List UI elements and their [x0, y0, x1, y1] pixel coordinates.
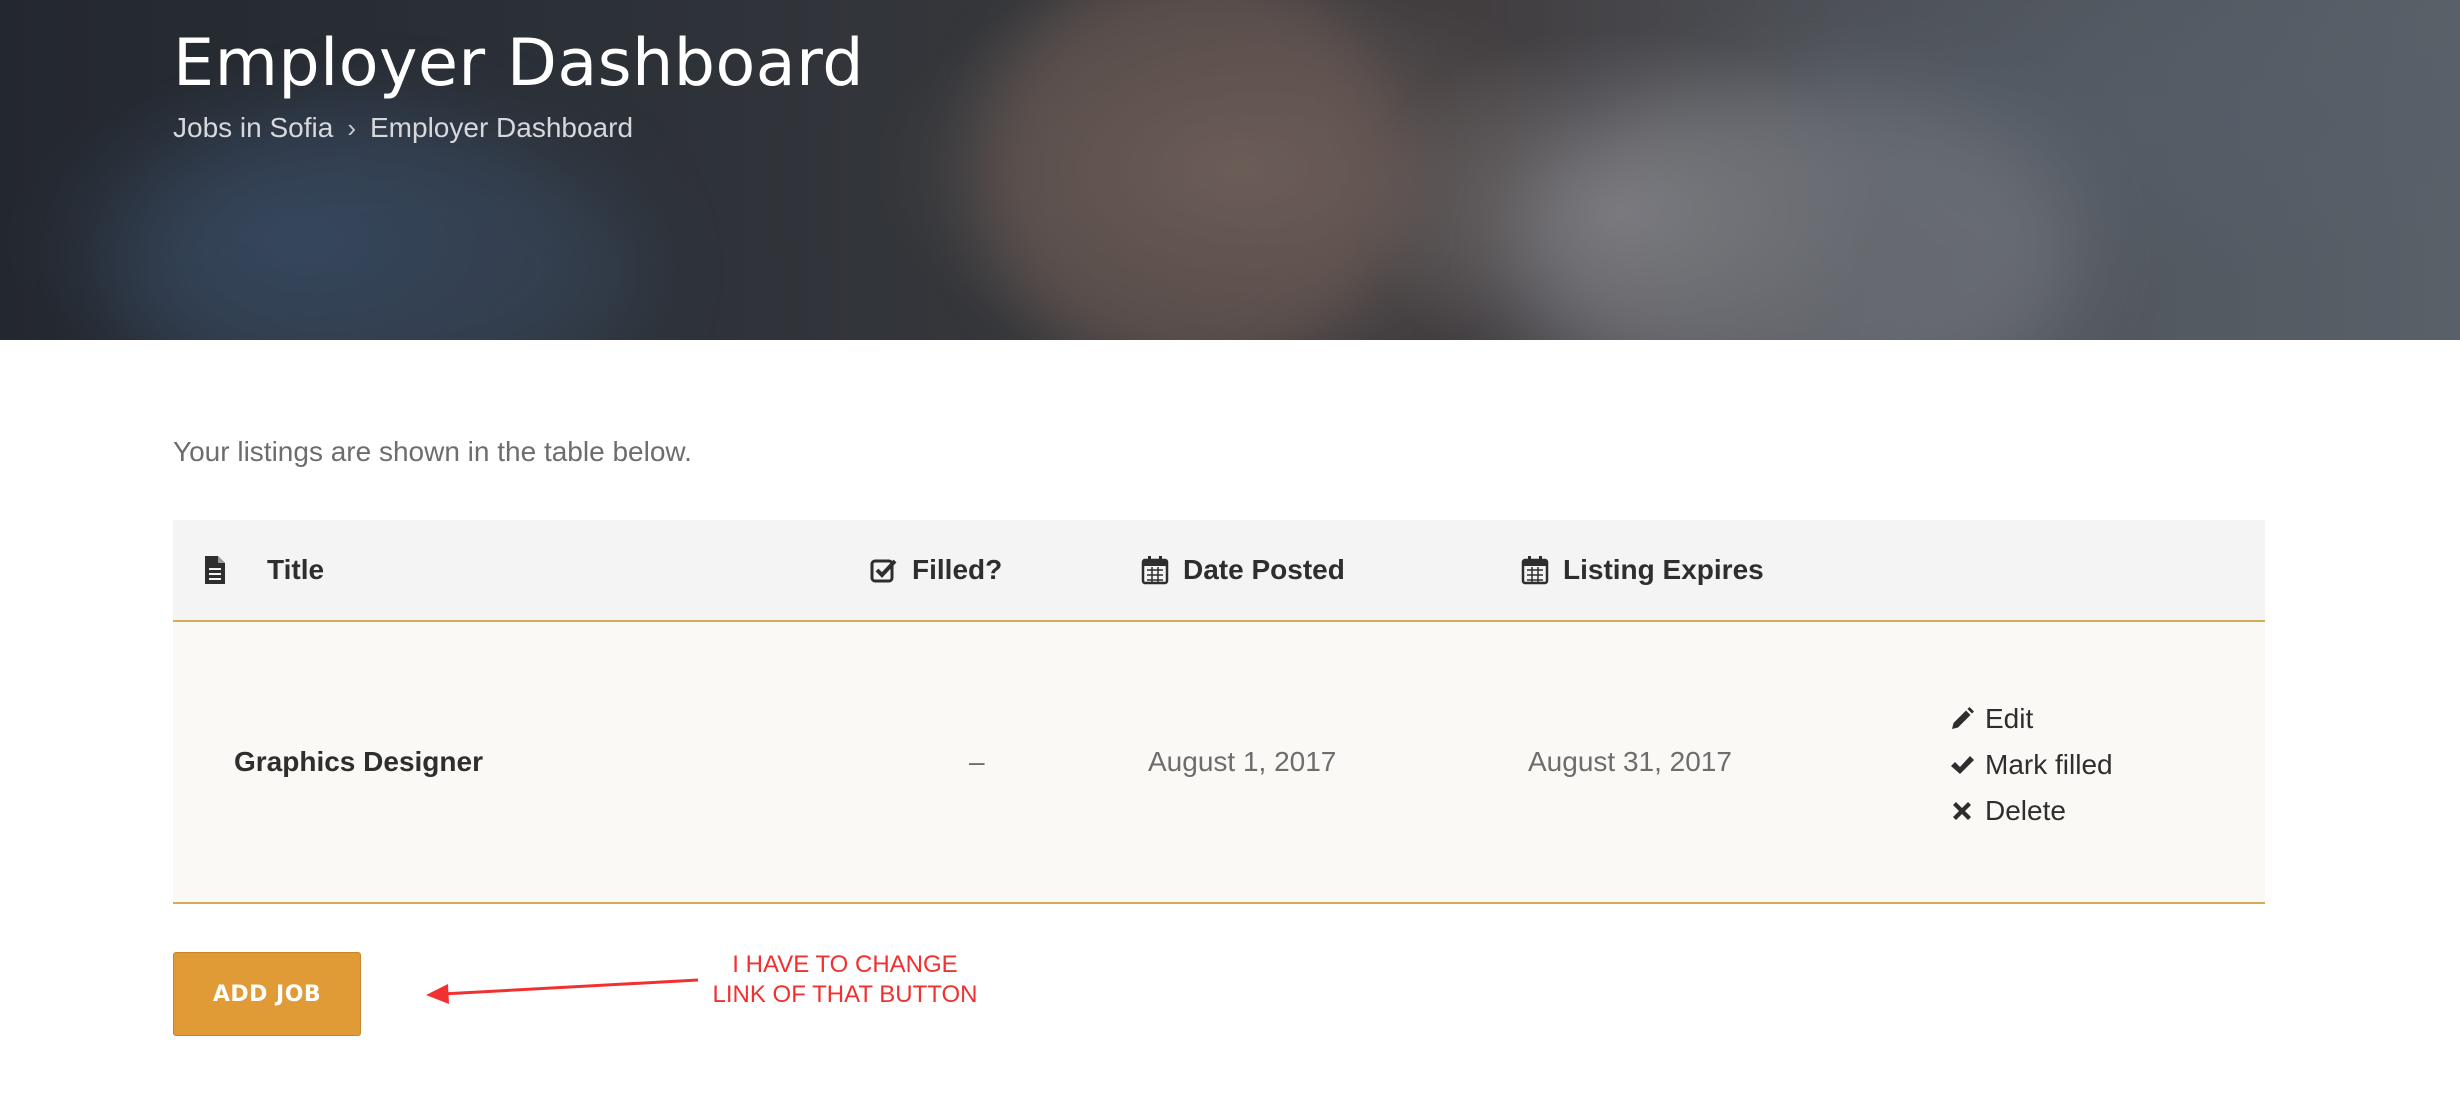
annotation-arrow-icon: [426, 978, 699, 1004]
document-icon: [205, 556, 225, 584]
breadcrumb-current: Employer Dashboard: [370, 112, 634, 143]
table-row: Graphics Designer – August 1, 2017 Augus…: [173, 622, 2265, 904]
check-icon: [1951, 756, 1974, 774]
calendar-icon: [1141, 556, 1169, 585]
column-header-label: Title: [267, 554, 325, 585]
delete-action[interactable]: Delete: [1949, 788, 2113, 834]
annotation-line-1: I HAVE TO CHANGE: [732, 951, 958, 978]
annotation-line-2: LINK OF THAT BUTTON: [712, 981, 978, 1008]
table-header: Title Filled? Date Posted Listing Expire…: [173, 520, 2265, 622]
checkbox-icon: [870, 559, 897, 583]
listings-intro-text: Your listings are shown in the table bel…: [173, 436, 692, 467]
breadcrumb-separator-icon: ›: [347, 112, 356, 143]
pencil-icon: [1952, 707, 1974, 729]
add-job-button[interactable]: ADD JOB: [173, 952, 361, 1036]
x-icon: [1953, 802, 1971, 820]
page-header-banner: Employer Dashboard Jobs in Sofia › Emplo…: [0, 0, 2460, 340]
calendar-icon: [1521, 556, 1549, 585]
column-header-listing-expires: Listing Expires: [1521, 520, 1764, 620]
row-actions: Edit Mark filled Delete: [1949, 696, 2113, 834]
job-listings-table: Title Filled? Date Posted Listing Expire…: [173, 520, 2265, 904]
column-header-title: Title: [203, 520, 324, 620]
column-header-label: Listing Expires: [1563, 554, 1764, 585]
filled-status: –: [969, 746, 985, 777]
breadcrumb: Jobs in Sofia › Employer Dashboard: [173, 112, 633, 144]
column-header-filled: Filled?: [870, 520, 1002, 620]
listing-expires-value: August 31, 2017: [1528, 746, 1732, 777]
column-header-date-posted: Date Posted: [1141, 520, 1345, 620]
date-posted-value: August 1, 2017: [1148, 746, 1337, 777]
edit-label: Edit: [1985, 703, 2034, 734]
mark-filled-action[interactable]: Mark filled: [1949, 742, 2113, 788]
page-title: Employer Dashboard: [173, 26, 864, 101]
annotation-note: I HAVE TO CHANGE LINK OF THAT BUTTON: [690, 950, 1000, 1010]
breadcrumb-link-home[interactable]: Jobs in Sofia: [173, 112, 333, 144]
edit-action[interactable]: Edit: [1949, 696, 2113, 742]
delete-label: Delete: [1985, 795, 2066, 826]
column-header-label: Filled?: [912, 554, 1003, 585]
mark-filled-label: Mark filled: [1985, 749, 2113, 780]
column-header-label: Date Posted: [1183, 554, 1345, 585]
job-title-link[interactable]: Graphics Designer: [234, 622, 483, 902]
